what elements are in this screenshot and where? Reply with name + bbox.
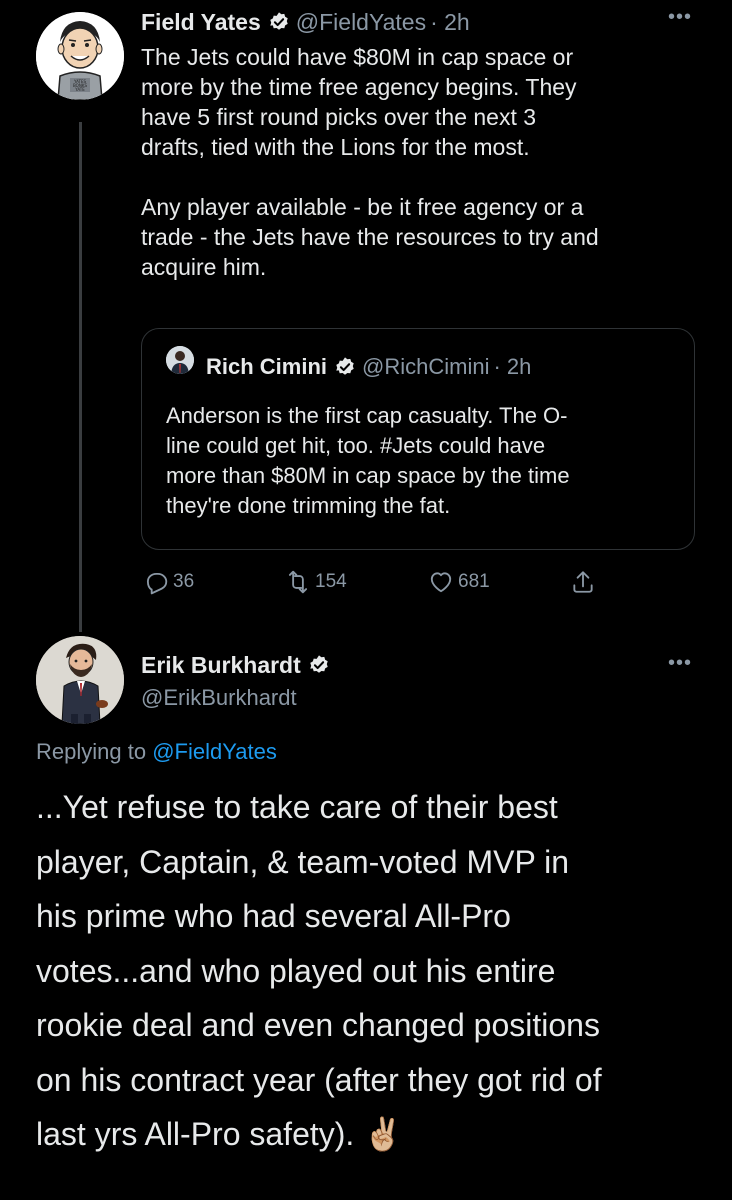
retweet-button[interactable]: 154: [285, 566, 347, 598]
verified-badge-icon: [270, 12, 288, 30]
verified-badge-icon: [310, 655, 328, 673]
verified-badge-icon: [336, 357, 354, 375]
cartoon-avatar-icon: [36, 636, 124, 724]
parent-tweet-header: Field Yates @FieldYates · 2h: [141, 6, 470, 38]
author-display-name[interactable]: Field Yates: [141, 9, 261, 36]
avatar-field-yates[interactable]: YATES BONKS YATE: [36, 12, 124, 100]
reply-icon: [146, 572, 168, 595]
cartoon-avatar-icon: YATES BONKS YATE: [36, 12, 124, 100]
reply-tweet-text: ...Yet refuse to take care of their best…: [36, 789, 602, 1152]
parent-tweet-text: The Jets could have $80M in cap space or…: [141, 44, 599, 280]
tweet-timestamp[interactable]: · 2h: [430, 9, 470, 36]
share-button[interactable]: [570, 566, 600, 598]
svg-text:YATE: YATE: [74, 87, 85, 92]
author-handle[interactable]: @FieldYates: [296, 9, 426, 36]
reply-button[interactable]: 36: [143, 566, 194, 598]
quoted-tweet-timestamp: · 2h: [493, 354, 532, 379]
thread-connector-line: [79, 122, 82, 632]
more-options-icon[interactable]: •••: [668, 6, 692, 29]
avatar-rich-cimini: [166, 346, 194, 374]
quoted-tweet-header: Rich Cimini @RichCimini · 2h: [206, 354, 531, 380]
reply-author-name-row: Erik Burkhardt: [141, 649, 330, 681]
reply-count: 36: [173, 571, 195, 592]
replying-to-line: Replying to @FieldYates: [36, 739, 277, 765]
replying-to-prefix: Replying to: [36, 739, 153, 764]
person-avatar-icon: [166, 346, 194, 374]
like-count: 681: [458, 571, 490, 592]
reply-author-display-name[interactable]: Erik Burkhardt: [141, 652, 301, 679]
quoted-author-handle: @RichCimini: [362, 354, 490, 379]
avatar-erik-burkhardt[interactable]: [36, 636, 124, 724]
replying-to-mention-link[interactable]: @FieldYates: [152, 739, 277, 764]
retweet-count: 154: [315, 571, 347, 592]
more-options-icon[interactable]: •••: [668, 652, 692, 675]
share-icon: [573, 571, 593, 593]
quoted-author-display-name: Rich Cimini: [206, 354, 328, 379]
reply-author-handle[interactable]: @ErikBurkhardt: [141, 685, 297, 711]
heart-icon: [430, 572, 452, 593]
quoted-tweet-card[interactable]: Rich Cimini @RichCimini · 2h Anderson is…: [141, 328, 695, 550]
retweet-icon: [288, 570, 308, 594]
like-button[interactable]: 681: [428, 566, 490, 598]
quoted-tweet-text: Anderson is the first cap casualty. The …: [166, 403, 570, 518]
